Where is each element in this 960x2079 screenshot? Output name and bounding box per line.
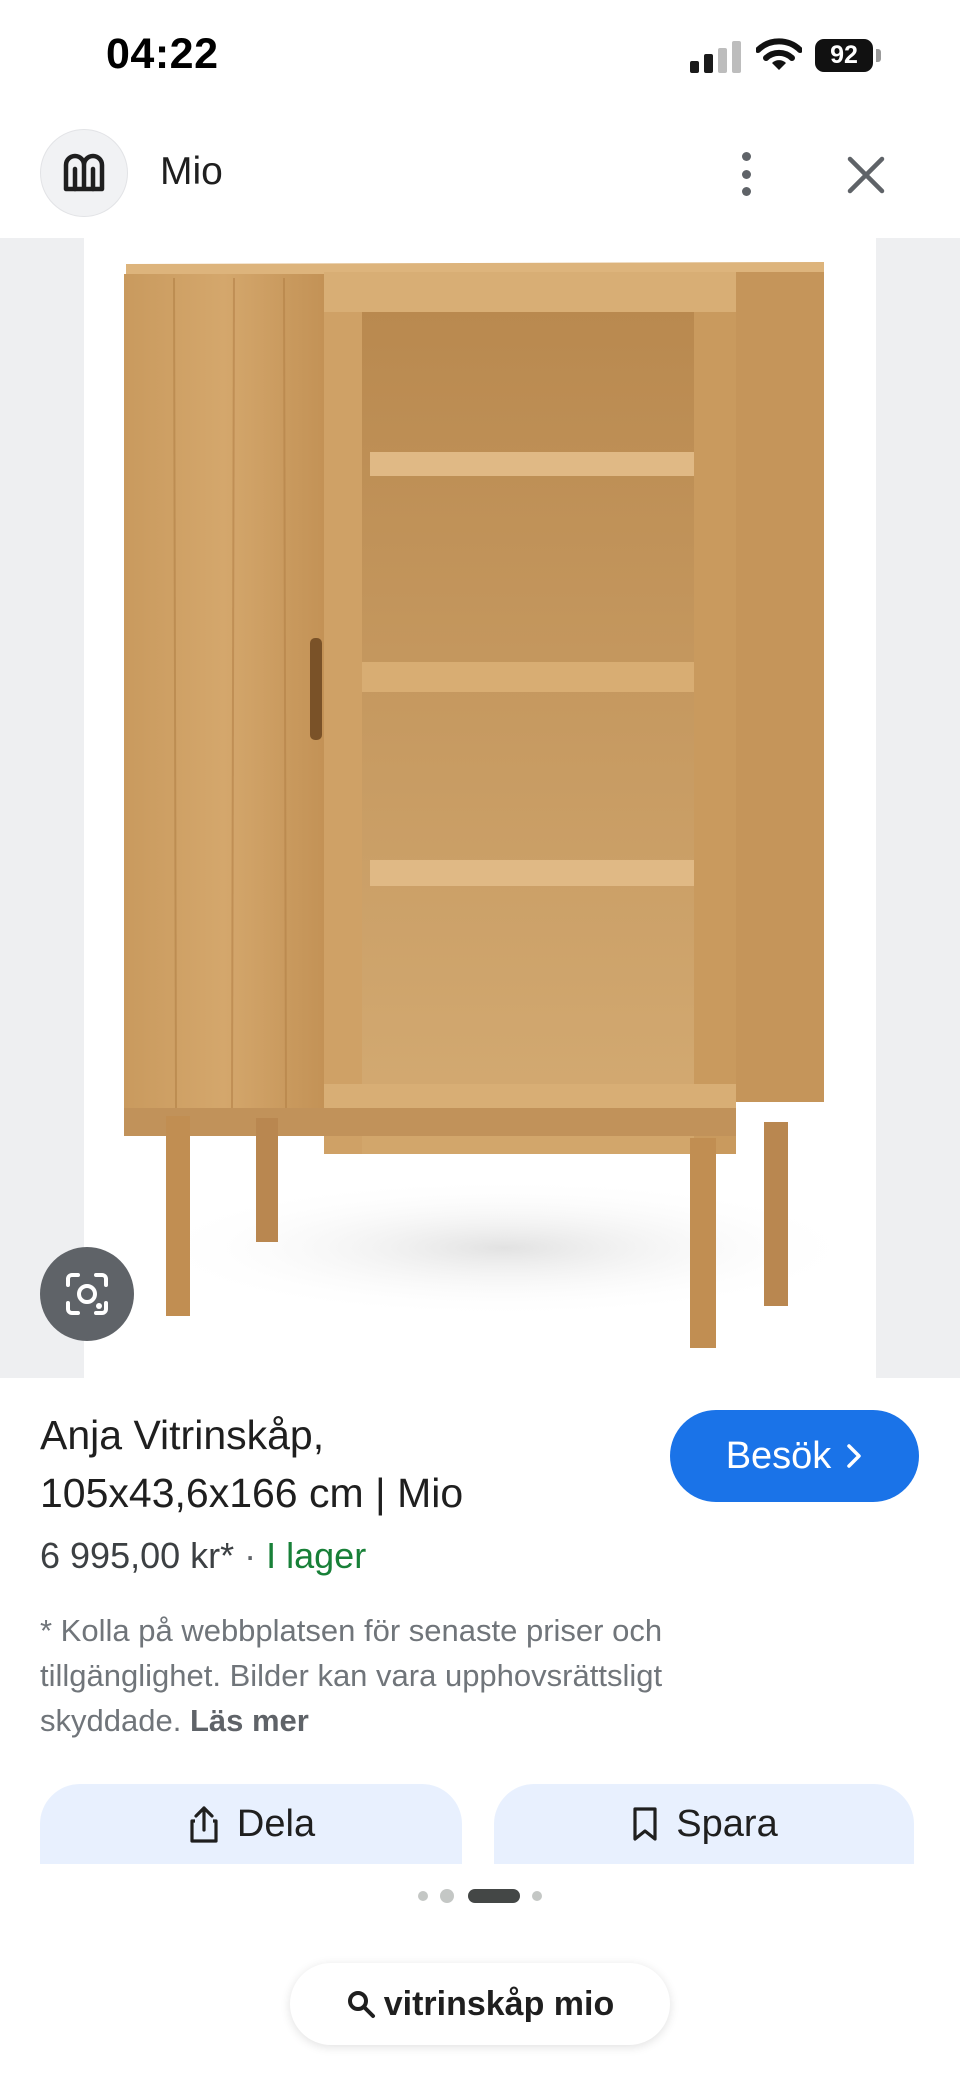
image-pager xyxy=(418,1889,542,1903)
pager-dot xyxy=(440,1889,454,1903)
battery-level: 92 xyxy=(830,41,858,69)
share-button[interactable]: Dela xyxy=(40,1784,462,1864)
price-separator: · xyxy=(244,1535,257,1576)
share-button-label: Dela xyxy=(236,1802,316,1845)
product-title-line2: 105x43,6x166 cm | Mio xyxy=(40,1470,464,1516)
mio-logo-icon[interactable] xyxy=(40,129,128,217)
search-chip[interactable]: vitrinskåp mio xyxy=(290,1963,670,2045)
price-row: 6 995,00 kr* · I lager xyxy=(40,1535,366,1577)
cabinet-illustration xyxy=(124,262,864,1348)
pager-dot xyxy=(418,1891,428,1901)
product-image[interactable] xyxy=(84,238,876,1378)
mio-logo-glyph xyxy=(63,153,105,192)
share-icon xyxy=(190,1806,218,1843)
read-more-link[interactable]: Läs mer xyxy=(190,1703,309,1738)
stock-status: I lager xyxy=(266,1535,367,1576)
pager-dot xyxy=(532,1891,542,1901)
product-title-line1: Anja Vitrinskåp, xyxy=(40,1412,325,1458)
close-icon[interactable] xyxy=(840,149,892,201)
lens-glyph xyxy=(66,1273,108,1315)
disclaimer-text: * Kolla på webbplatsen för senaste prise… xyxy=(40,1613,663,1738)
image-viewer[interactable] xyxy=(0,238,960,1378)
visit-button[interactable]: Besök xyxy=(670,1410,919,1502)
google-lens-icon[interactable] xyxy=(40,1247,134,1341)
chevron-right-icon xyxy=(847,1444,862,1468)
disclaimer: * Kolla på webbplatsen för senaste prise… xyxy=(40,1608,780,1743)
bookmark-icon xyxy=(633,1807,657,1841)
search-icon xyxy=(347,1991,375,2018)
wifi-icon xyxy=(756,38,802,70)
save-button-label: Spara xyxy=(676,1802,778,1845)
status-bar: 04:22 92 xyxy=(0,0,960,112)
product-title[interactable]: Anja Vitrinskåp, 105x43,6x166 cm | Mio xyxy=(40,1406,640,1522)
battery-icon: 92 xyxy=(815,39,873,72)
status-time: 04:22 xyxy=(106,30,219,78)
pager-dot-active xyxy=(468,1889,520,1903)
save-button[interactable]: Spara xyxy=(494,1784,914,1864)
price: 6 995,00 kr* xyxy=(40,1535,235,1576)
search-chip-label: vitrinskåp mio xyxy=(383,1984,615,2023)
signal-icon xyxy=(690,41,742,73)
battery-nub xyxy=(876,49,881,62)
result-header: Mio xyxy=(0,112,960,238)
more-vert-icon[interactable] xyxy=(722,148,770,200)
site-name[interactable]: Mio xyxy=(160,150,223,194)
visit-button-label: Besök xyxy=(725,1434,832,1477)
